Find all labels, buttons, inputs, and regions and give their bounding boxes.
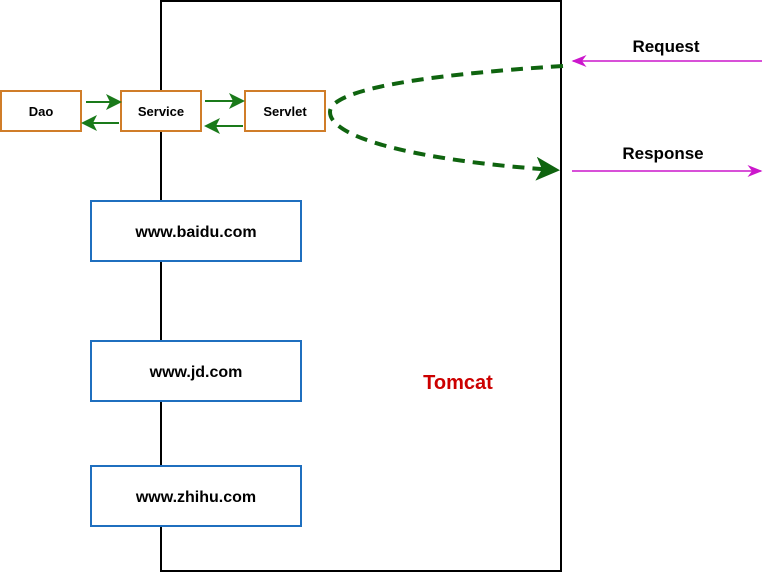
service-box: Service xyxy=(120,90,202,132)
request-label: Request xyxy=(632,37,699,56)
site-label: www.zhihu.com xyxy=(135,489,256,506)
request-response-flow xyxy=(327,64,564,181)
site-box-baidu: www.baidu.com xyxy=(90,200,302,262)
service-label: Service xyxy=(138,104,184,119)
servlet-label: Servlet xyxy=(263,104,307,119)
tomcat-diagram: Tomcat Dao Service Servlet www.baidu.com… xyxy=(0,0,763,572)
dao-box: Dao xyxy=(0,90,82,132)
site-box-zhihu: www.zhihu.com xyxy=(90,465,302,527)
servlet-box: Servlet xyxy=(244,90,326,132)
response-label: Response xyxy=(622,144,703,163)
dao-label: Dao xyxy=(29,104,54,119)
site-box-jd: www.jd.com xyxy=(90,340,302,402)
site-label: www.baidu.com xyxy=(134,224,256,241)
tomcat-label: Tomcat xyxy=(423,372,493,394)
site-label: www.jd.com xyxy=(149,364,243,381)
